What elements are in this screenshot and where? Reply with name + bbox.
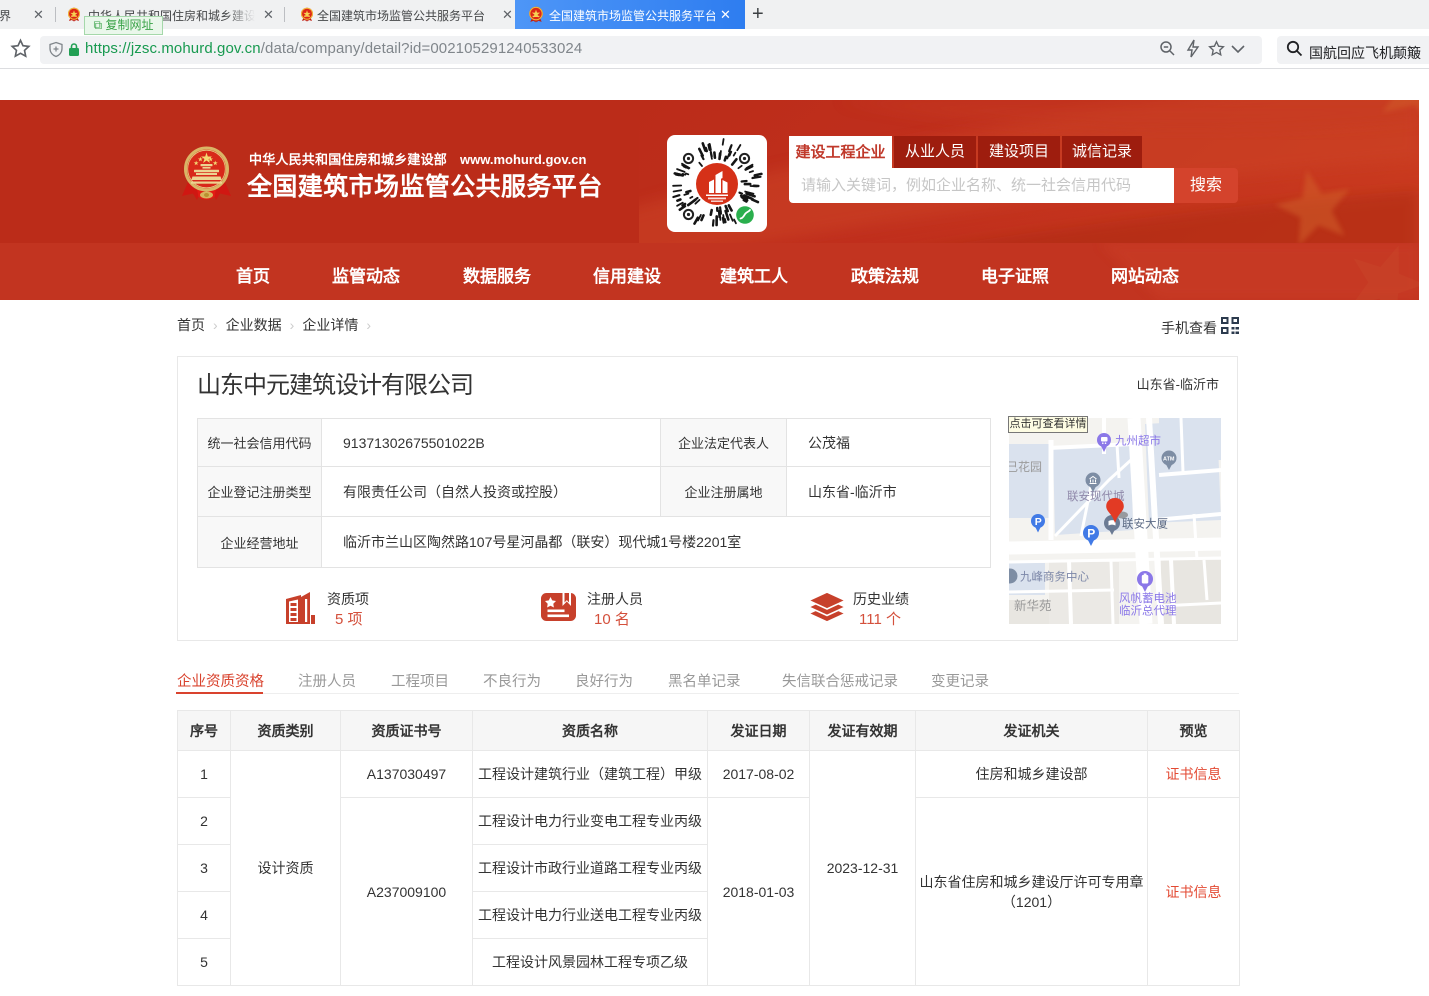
svg-text:新华苑: 新华苑 [1014,598,1052,613]
svg-text:联安大厦: 联安大厦 [1122,517,1168,531]
svg-text:临沂总代理: 临沂总代理 [1119,604,1177,618]
svg-text:九州超市: 九州超市 [1115,434,1161,448]
svg-text:风帆蓄电池: 风帆蓄电池 [1119,591,1177,605]
svg-text:己花园: 己花园 [1009,459,1042,474]
svg-text:ATM: ATM [1163,457,1175,463]
svg-text:P: P [1087,527,1095,541]
svg-text:P: P [1035,516,1042,528]
svg-text:九峰商务中心: 九峰商务中心 [1020,570,1089,584]
